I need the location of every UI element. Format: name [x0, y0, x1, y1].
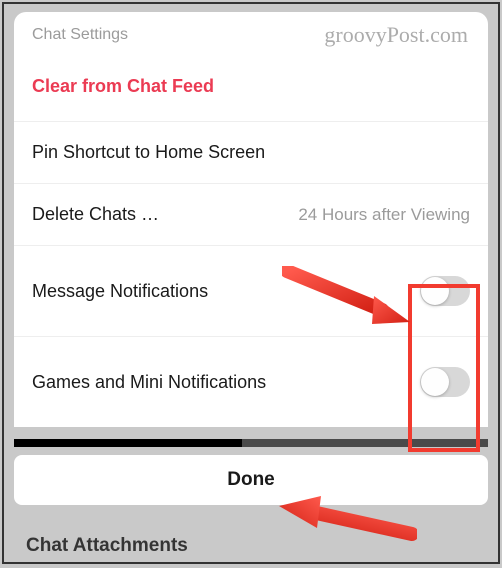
games-notifications-label: Games and Mini Notifications — [32, 372, 266, 393]
sheet-title: Chat Settings — [14, 12, 488, 52]
done-label: Done — [227, 469, 275, 490]
pin-shortcut-label: Pin Shortcut to Home Screen — [32, 142, 265, 163]
app-frame: groovyPost.com Chat Settings Clear from … — [2, 2, 500, 564]
message-notifications-row: Message Notifications — [14, 246, 488, 337]
message-notifications-toggle[interactable] — [420, 276, 470, 306]
toggle-knob — [421, 368, 449, 396]
chat-settings-sheet: Chat Settings Clear from Chat Feed Pin S… — [14, 12, 488, 427]
delete-chats-label: Delete Chats … — [32, 204, 159, 225]
clear-chat-feed-label: Clear from Chat Feed — [32, 76, 214, 97]
toggle-knob — [421, 277, 449, 305]
delete-chats-value: 24 Hours after Viewing — [298, 205, 470, 225]
games-notifications-row: Games and Mini Notifications — [14, 337, 488, 427]
message-notifications-label: Message Notifications — [32, 281, 208, 302]
done-button[interactable]: Done — [14, 455, 488, 505]
progress-area — [14, 439, 488, 449]
pin-shortcut-row[interactable]: Pin Shortcut to Home Screen — [14, 122, 488, 184]
background-row-label: Chat Attachments — [26, 535, 188, 557]
delete-chats-row[interactable]: Delete Chats … 24 Hours after Viewing — [14, 184, 488, 246]
games-notifications-toggle[interactable] — [420, 367, 470, 397]
progress-fill — [14, 439, 242, 447]
clear-chat-feed-row[interactable]: Clear from Chat Feed — [14, 52, 488, 122]
